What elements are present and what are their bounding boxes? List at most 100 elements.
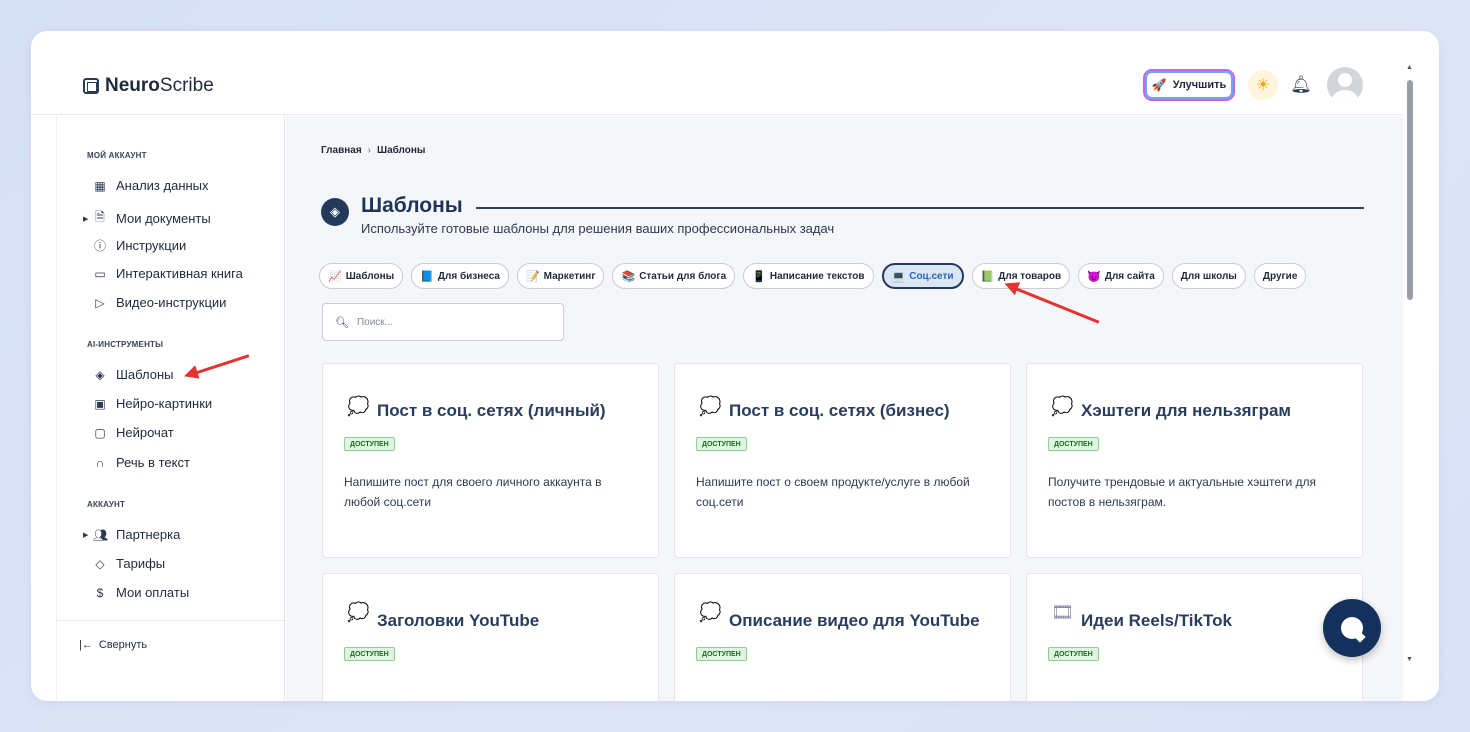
template-card[interactable]: 💭 Заголовки YouTube ДОСТУПЕН <box>322 573 659 701</box>
chat-widget-button[interactable] <box>1323 599 1381 657</box>
category-chips: 📈 Шаблоны 📘 Для бизнеса 📝 Маркетинг 📚 Статьи… <box>319 263 1307 289</box>
caret-right-icon: ▶ <box>83 531 89 539</box>
category-chips-viewport: 📈 Шаблоны 📘 Для бизнеса 📝 Маркетинг 📚 Статьи… <box>286 116 1370 316</box>
chip-label: Соц.сети <box>909 270 954 282</box>
sidebar-divider <box>57 620 286 621</box>
sidebar-item-video-instructions[interactable]: ▷ Видео-инструкции <box>93 295 226 310</box>
status-badge: ДОСТУПЕН <box>1048 647 1099 661</box>
users-icon: 👥︎ <box>93 527 109 542</box>
sidebar-item-tariffs[interactable]: ◇ Тарифы <box>93 556 165 571</box>
chip-marketing[interactable]: 📝 Маркетинг <box>516 263 605 289</box>
sidebar-item-label: Шаблоны <box>116 367 174 382</box>
help-icon: ⓘ <box>93 239 106 253</box>
logo-bold: Neuro <box>105 75 160 96</box>
status-badge: ДОСТУПЕН <box>344 647 395 661</box>
logo-icon <box>83 78 99 94</box>
sidebar-section-title: МОЙ АККАУНТ <box>87 151 147 160</box>
sidebar-item-speech-to-text[interactable]: ∩ Речь в текст <box>93 455 190 470</box>
app-logo[interactable]: NeuroScribe <box>83 75 214 97</box>
sidebar-item-neurochat[interactable]: ▢ Нейрочат <box>93 425 174 440</box>
sidebar-item-instructions[interactable]: ⓘ Инструкции <box>93 237 186 254</box>
main-content: Главная › Шаблоны ◈ Шаблоны Используйте … <box>286 116 1403 701</box>
card-title: Описание видео для YouTube <box>729 611 980 630</box>
thought-bubble-icon: 💭 <box>699 396 722 416</box>
app-window: NeuroScribe 🚀 Улучшить ☀ 🔔︎ МОЙ АККАУНТ … <box>31 31 1439 701</box>
chip-business[interactable]: 📘 Для бизнеса <box>411 263 509 289</box>
template-card[interactable]: 💭 Пост в соц. сетях (личный) ДОСТУПЕН На… <box>322 363 659 558</box>
chip-website[interactable]: 😈 Для сайта <box>1078 263 1164 289</box>
sidebar-item-partner[interactable]: ▶ 👥︎ Партнерка <box>83 527 181 542</box>
sidebar-item-my-payments[interactable]: $ Мои оплаты <box>93 585 190 600</box>
chip-label: Для школы <box>1180 270 1237 282</box>
chip-text-writing[interactable]: 📱 Написание текстов <box>743 263 874 289</box>
chip-products[interactable]: 📗 Для товаров <box>971 263 1071 289</box>
template-card[interactable]: 🎞 Идеи Reels/TikTok ДОСТУПЕН <box>1026 573 1363 701</box>
thought-bubble-icon: 💭 <box>347 602 370 622</box>
template-card[interactable]: 💭 Хэштеги для нельзяграм ДОСТУПЕН Получи… <box>1026 363 1363 558</box>
chip-blog-articles[interactable]: 📚 Статьи для блога <box>612 263 736 289</box>
status-badge: ДОСТУПЕН <box>696 647 747 661</box>
sidebar-item-label: Анализ данных <box>116 178 209 193</box>
sidebar-item-label: Мои оплаты <box>116 585 190 600</box>
caret-right-icon: ▶ <box>83 215 89 223</box>
bell-icon[interactable]: 🔔︎ <box>1290 74 1312 96</box>
thought-bubble-icon: 💭 <box>347 396 370 416</box>
phone-icon: 📱 <box>752 270 766 283</box>
tag-icon: ◇ <box>95 556 105 571</box>
chip-social-networks[interactable]: 💻 Соц.сети <box>881 263 964 289</box>
card-description: Получите трендовые и актуальные хэштеги … <box>1048 475 1316 509</box>
sidebar-item-label: Видео-инструкции <box>116 295 227 310</box>
template-card[interactable]: 💭 Описание видео для YouTube ДОСТУПЕН <box>674 573 1011 701</box>
search-field[interactable]: 🔍︎ <box>322 303 564 341</box>
scroll-down-icon[interactable]: ▼ <box>1406 656 1413 663</box>
dollar-icon: $ <box>96 585 104 600</box>
sidebar-item-neuro-images[interactable]: ▣ Нейро-картинки <box>93 396 212 411</box>
chip-label: Написание текстов <box>769 270 865 282</box>
card-title: Заголовки YouTube <box>377 611 540 630</box>
collapse-icon: |← <box>79 639 93 651</box>
scrollbar-thumb[interactable] <box>1407 80 1413 300</box>
sidebar-item-interactive-book[interactable]: ▭ Интерактивная книга <box>93 266 243 281</box>
layers-icon: ◈ <box>95 367 105 382</box>
card-description: Напишите пост для своего личного аккаунт… <box>344 475 602 509</box>
chart-icon: 📈 <box>328 270 342 283</box>
template-card[interactable]: 💭 Пост в соц. сетях (бизнес) ДОСТУПЕН На… <box>674 363 1011 558</box>
status-badge: ДОСТУПЕН <box>696 437 747 451</box>
collapse-label: Свернуть <box>98 639 148 651</box>
chip-other[interactable]: Другие <box>1253 263 1307 289</box>
chip-label: Маркетинг <box>543 270 596 282</box>
chat-bubble-icon <box>1341 617 1363 639</box>
books-icon: 📚 <box>621 270 636 283</box>
book-icon: ▭ <box>94 266 106 281</box>
thought-bubble-icon: 💭 <box>699 602 722 622</box>
chip-label: Шаблоны <box>345 270 395 282</box>
green-book-icon: 📗 <box>980 270 995 283</box>
sidebar-item-data-analysis[interactable]: ▦ Анализ данных <box>93 178 209 193</box>
sidebar-item-label: Партнерка <box>116 527 181 542</box>
chip-label: Другие <box>1262 270 1298 282</box>
sidebar-item-label: Нейрочат <box>116 425 174 440</box>
collapse-button[interactable]: |← Свернуть <box>79 639 147 651</box>
sidebar-item-templates[interactable]: ◈ Шаблоны <box>93 367 174 382</box>
search-input[interactable] <box>356 316 547 328</box>
grid-icon: ▦ <box>94 178 106 193</box>
chip-templates[interactable]: 📈 Шаблоны <box>319 263 404 289</box>
upgrade-button[interactable]: 🚀 Улучшить <box>1143 69 1235 101</box>
avatar[interactable] <box>1327 67 1363 103</box>
sidebar-item-label: Инструкции <box>116 238 187 253</box>
chip-label: Для бизнеса <box>437 270 500 282</box>
logo-light: Scribe <box>159 75 214 96</box>
sidebar: МОЙ АККАУНТ ▦ Анализ данных ▶ 🗎 Мои докумен… <box>56 115 286 701</box>
sun-icon[interactable]: ☀ <box>1248 70 1278 100</box>
sidebar-item-label: Интерактивная книга <box>116 266 243 281</box>
sidebar-item-my-documents[interactable]: ▶ 🗎 Мои документы <box>83 208 211 229</box>
chip-school[interactable]: Для школы <box>1171 263 1246 289</box>
sidebar-item-label: Нейро-картинки <box>116 396 213 411</box>
search-icon: 🔍︎ <box>335 316 349 329</box>
scrollbar[interactable]: ▲ ▼ <box>1403 62 1417 701</box>
devil-icon: 😈 <box>1087 270 1101 283</box>
memo-icon: 📝 <box>525 270 540 283</box>
headphones-icon: ∩ <box>95 455 105 470</box>
film-frames-icon: 🎞 <box>1051 602 1074 622</box>
scroll-up-icon[interactable]: ▲ <box>1406 64 1413 71</box>
